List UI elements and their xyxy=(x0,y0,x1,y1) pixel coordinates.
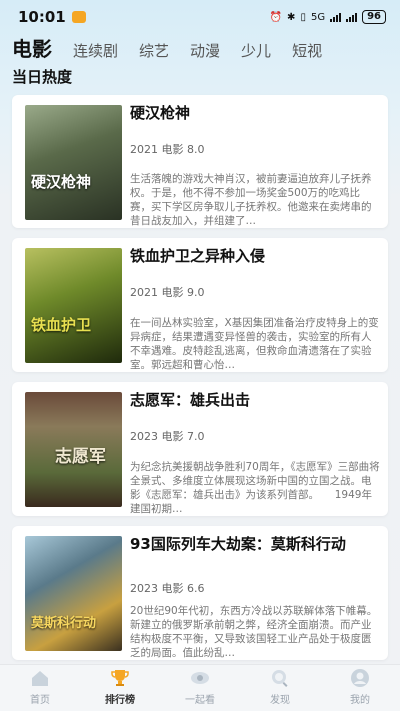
movie-meta: 2023 电影 7.0 xyxy=(130,428,205,444)
movie-year: 2023 xyxy=(130,430,158,443)
movie-description: 20世纪90年代初，东西方冷战以苏联解体落下帷幕。新建立的俄罗斯承前朝之弊，经济… xyxy=(130,605,378,659)
movie-poster[interactable]: 莫斯科行动 xyxy=(25,536,122,651)
movie-card[interactable]: 硬汉枪神 硬汉枪神 2021 电影 8.0 生活落魄的游戏大神肖汉，被前妻逼迫放… xyxy=(12,95,388,228)
nav-discover[interactable]: 发现 xyxy=(240,665,320,711)
poster-title: 铁血护卫 xyxy=(31,316,92,334)
movie-title[interactable]: 志愿军：雄兵出击 xyxy=(130,390,378,411)
movie-description: 生活落魄的游戏大神肖汉，被前妻逼迫放弃儿子抚养权。于是，他不得不参加一场奖金50… xyxy=(130,173,372,227)
movie-card[interactable]: 莫斯科行动 93国际列车大劫案：莫斯科行动 2023 电影 6.6 20世纪90… xyxy=(12,526,388,660)
alarm-icon: ⏰ xyxy=(269,11,283,23)
movie-poster[interactable]: 志愿军 xyxy=(25,392,122,507)
movie-card[interactable]: 铁血护卫 铁血护卫之异种入侵 2021 电影 9.0 在一间丛林实验室，X基因集… xyxy=(12,238,388,372)
movie-card[interactable]: 志愿军 志愿军：雄兵出击 2023 电影 7.0 为纪念抗美援朝战争胜利70周年… xyxy=(12,382,388,516)
trophy-icon xyxy=(109,667,131,689)
movie-poster[interactable]: 硬汉枪神 xyxy=(25,105,122,220)
nav-ranking[interactable]: 排行榜 xyxy=(80,665,160,711)
bluetooth-icon: ✱ xyxy=(287,11,296,23)
tab-movie[interactable]: 电影 xyxy=(12,36,52,62)
movie-category: 电影 xyxy=(161,430,184,443)
movie-meta: 2021 电影 8.0 xyxy=(130,141,205,157)
movie-score: 9.0 xyxy=(187,286,205,299)
status-indicators: ⏰ ✱ ▯ 5G 96 xyxy=(270,10,386,24)
movie-description: 在一间丛林实验室，X基因集团准备治疗皮特身上的变异病症，结果遭遇变异怪兽的袭击，… xyxy=(130,317,379,371)
signal-icon-2 xyxy=(346,12,358,22)
movie-title[interactable]: 93国际列车大劫案：莫斯科行动 xyxy=(130,534,378,555)
movie-year: 2023 xyxy=(130,582,158,595)
poster-title: 硬汉枪神 xyxy=(31,173,92,191)
tab-short-video[interactable]: 短视 xyxy=(292,40,322,62)
discover-icon xyxy=(269,667,291,689)
nav-profile[interactable]: 我的 xyxy=(320,665,400,711)
tab-anime[interactable]: 动漫 xyxy=(190,40,220,62)
movie-year: 2021 xyxy=(130,143,158,156)
movie-category: 电影 xyxy=(161,143,184,156)
status-time: 10:01 xyxy=(18,8,66,26)
movie-category: 电影 xyxy=(161,286,184,299)
section-title: 当日热度 xyxy=(12,68,73,86)
nav-label: 首页 xyxy=(30,695,50,706)
movie-score: 8.0 xyxy=(187,143,205,156)
tab-kids[interactable]: 少儿 xyxy=(241,40,271,62)
movie-category: 电影 xyxy=(161,582,184,595)
tab-series[interactable]: 连续剧 xyxy=(73,40,118,62)
movie-title[interactable]: 铁血护卫之异种入侵 xyxy=(130,246,378,267)
movie-description: 为纪念抗美援朝战争胜利70周年，《志愿军》三部曲将全景式、多维度立体展现这场新中… xyxy=(130,461,380,515)
movie-poster[interactable]: 铁血护卫 xyxy=(25,248,122,363)
movie-score: 6.6 xyxy=(187,582,205,595)
nav-home[interactable]: 首页 xyxy=(0,665,80,711)
movie-meta: 2021 电影 9.0 xyxy=(130,284,205,300)
home-icon xyxy=(29,667,51,689)
movie-year: 2021 xyxy=(130,286,158,299)
signal-icon xyxy=(330,12,342,22)
movie-score: 7.0 xyxy=(187,430,205,443)
battery-icon: 96 xyxy=(362,10,386,24)
category-tabs: 电影 连续剧 综艺 动漫 少儿 短视 xyxy=(12,36,392,62)
tab-variety[interactable]: 综艺 xyxy=(139,40,169,62)
bottom-nav: 首页 排行榜 一起看 发现 我的 xyxy=(0,664,400,711)
nav-label: 一起看 xyxy=(185,695,215,706)
movie-title[interactable]: 硬汉枪神 xyxy=(130,103,378,124)
poster-title: 莫斯科行动 xyxy=(31,616,97,631)
profile-icon xyxy=(349,667,371,689)
movie-meta: 2023 电影 6.6 xyxy=(130,580,205,596)
notification-app-icon xyxy=(71,11,86,23)
network-type: 5G xyxy=(310,11,326,23)
eye-icon xyxy=(189,667,211,689)
nav-label: 我的 xyxy=(350,695,370,706)
nav-label: 发现 xyxy=(270,695,290,706)
nav-watch-together[interactable]: 一起看 xyxy=(160,665,240,711)
poster-title: 志愿军 xyxy=(55,447,106,467)
nav-label: 排行榜 xyxy=(105,695,135,706)
vibrate-icon: ▯ xyxy=(300,11,306,23)
status-bar: 10:01 ⏰ ✱ ▯ 5G 96 xyxy=(0,0,400,34)
